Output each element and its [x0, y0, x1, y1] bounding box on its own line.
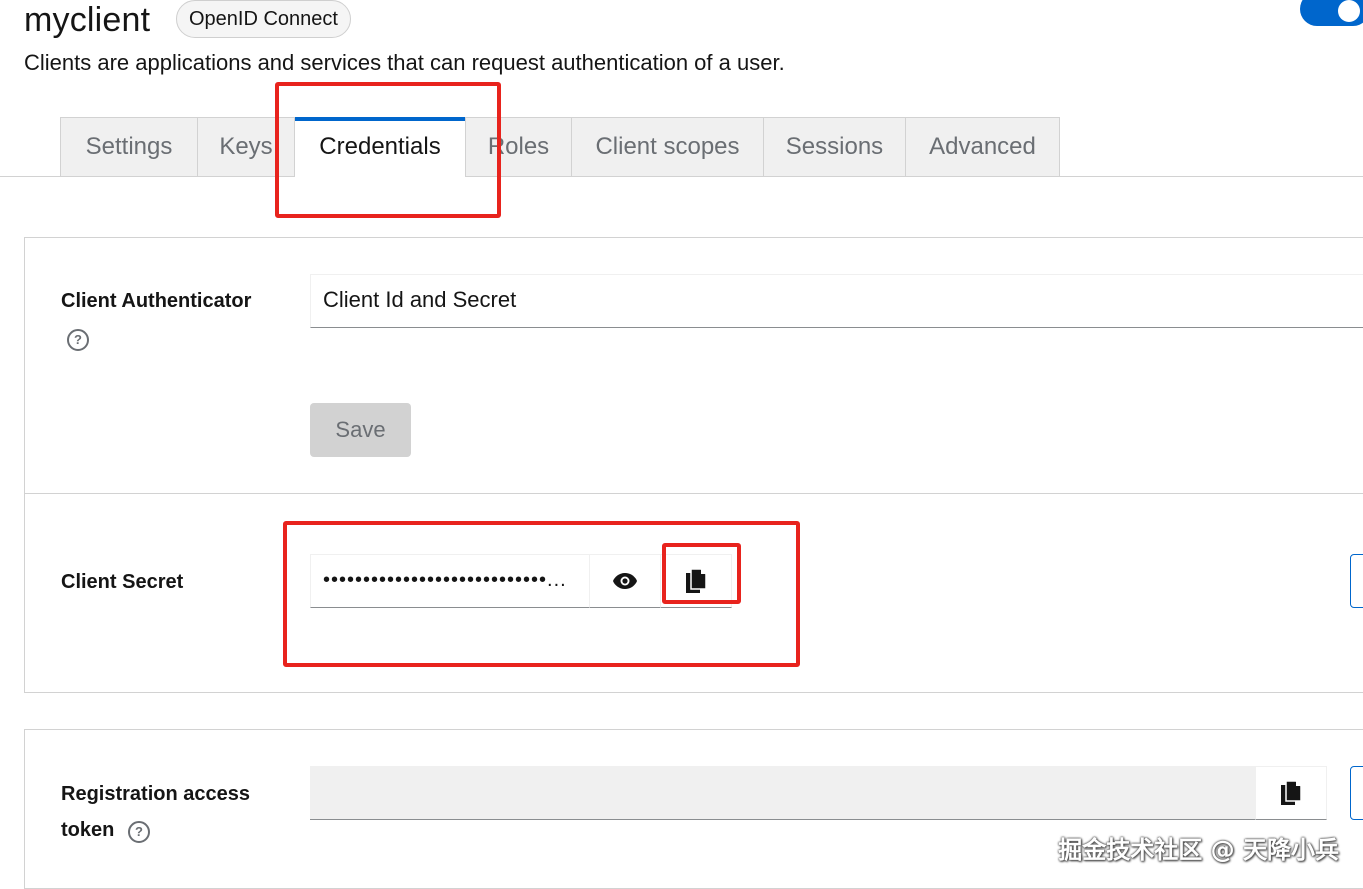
tab-client-scopes[interactable]: Client scopes — [571, 117, 764, 176]
watermark: 掘金技术社区 @ 天降小兵 — [1058, 836, 1339, 864]
tab-advanced[interactable]: Advanced — [905, 117, 1060, 176]
eye-icon — [613, 573, 637, 589]
copy-icon — [1281, 780, 1302, 805]
help-icon[interactable]: ? — [67, 329, 89, 351]
tab-settings[interactable]: Settings — [60, 117, 198, 176]
help-icon[interactable]: ? — [128, 821, 150, 843]
registration-token-field — [310, 766, 1256, 820]
client-authenticator-label: Client Authenticator — [61, 290, 252, 312]
copy-secret-button[interactable] — [660, 554, 732, 608]
tab-credentials[interactable]: Credentials — [295, 117, 465, 177]
toggle-knob — [1338, 0, 1360, 22]
registration-token-label: Registration access — [61, 783, 250, 805]
regenerate-button[interactable] — [1350, 554, 1363, 608]
client-secret-field[interactable]: ••••••••••••••••••••••••••••... — [310, 554, 590, 608]
show-secret-button[interactable] — [589, 554, 661, 608]
client-authenticator-select[interactable]: Client Id and Secret — [310, 274, 1363, 328]
panel-divider — [24, 493, 1363, 494]
client-secret-label: Client Secret — [61, 571, 184, 593]
tab-keys[interactable]: Keys — [197, 117, 295, 176]
regenerate-token-button[interactable] — [1350, 766, 1363, 820]
client-title: myclient — [24, 1, 151, 39]
enabled-toggle[interactable] — [1300, 0, 1363, 26]
registration-token-label-2: token — [61, 819, 115, 841]
tabs-divider — [0, 176, 1363, 177]
copy-icon — [686, 568, 707, 593]
protocol-badge: OpenID Connect — [176, 0, 351, 38]
save-button[interactable]: Save — [310, 403, 411, 457]
tab-roles[interactable]: Roles — [465, 117, 572, 176]
tab-sessions[interactable]: Sessions — [763, 117, 906, 176]
page-description: Clients are applications and services th… — [24, 50, 785, 75]
copy-token-button[interactable] — [1255, 766, 1327, 820]
